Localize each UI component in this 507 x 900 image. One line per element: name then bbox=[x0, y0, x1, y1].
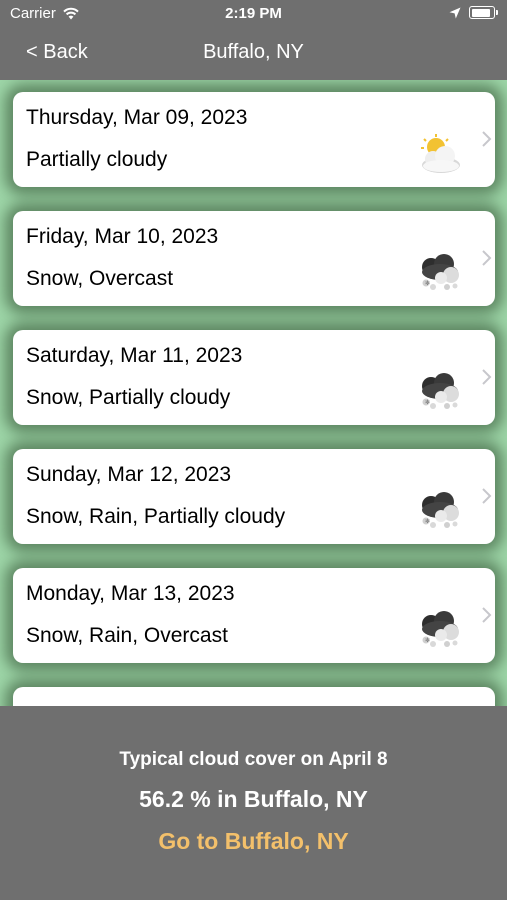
snow-cloud-icon: ✻ bbox=[422, 373, 459, 409]
forecast-conditions: Partially cloudy bbox=[26, 148, 168, 171]
forecast-card[interactable] bbox=[13, 687, 495, 706]
forecast-card[interactable]: Friday, Mar 10, 2023 Snow, Overcast ✻ bbox=[13, 211, 495, 306]
partly-cloudy-icon bbox=[421, 134, 460, 173]
svg-text:✻: ✻ bbox=[425, 280, 430, 287]
location-arrow-icon bbox=[449, 7, 461, 18]
forecast-conditions: Snow, Partially cloudy bbox=[26, 386, 231, 409]
forecast-date: Saturday, Mar 11, 2023 bbox=[26, 344, 243, 367]
snow-cloud-icon: ✻ bbox=[422, 492, 459, 528]
forecast-date: Monday, Mar 13, 2023 bbox=[26, 582, 235, 605]
forecast-list[interactable]: Thursday, Mar 09, 2023 Partially cloudy … bbox=[0, 80, 507, 706]
status-time: 2:19 PM bbox=[225, 5, 282, 22]
forecast-conditions: Snow, Overcast bbox=[26, 267, 174, 290]
svg-text:✻: ✻ bbox=[425, 637, 430, 644]
forecast-conditions: Snow, Rain, Partially cloudy bbox=[26, 505, 286, 528]
status-right bbox=[449, 6, 498, 19]
svg-text:✻: ✻ bbox=[425, 518, 430, 525]
chevron-right-icon bbox=[482, 250, 492, 266]
battery-icon bbox=[469, 6, 498, 19]
forecast-date: Thursday, Mar 09, 2023 bbox=[26, 106, 248, 129]
forecast-card[interactable]: Monday, Mar 13, 2023 Snow, Rain, Overcas… bbox=[13, 568, 495, 663]
forecast-conditions: Snow, Rain, Overcast bbox=[26, 624, 228, 647]
cloud-cover-panel: Typical cloud cover on April 8 56.2 % in… bbox=[0, 706, 507, 900]
forecast-date: Friday, Mar 10, 2023 bbox=[26, 225, 219, 248]
page-title: Buffalo, NY bbox=[203, 41, 304, 63]
cloud-cover-value: 56.2 % in Buffalo, NY bbox=[139, 786, 368, 812]
forecast-card[interactable]: Sunday, Mar 12, 2023 Snow, Rain, Partial… bbox=[13, 449, 495, 544]
snow-cloud-icon: ✻ bbox=[422, 611, 459, 647]
forecast-card[interactable]: Thursday, Mar 09, 2023 Partially cloudy bbox=[13, 92, 495, 187]
svg-text:✻: ✻ bbox=[425, 399, 430, 406]
chevron-right-icon bbox=[482, 607, 492, 623]
navigation-bar: < Back Buffalo, NY bbox=[0, 28, 507, 80]
chevron-right-icon bbox=[482, 131, 492, 147]
go-to-city-link[interactable]: Go to Buffalo, NY bbox=[0, 828, 507, 855]
status-bar: Carrier 2:19 PM bbox=[0, 0, 507, 28]
forecast-date: Sunday, Mar 12, 2023 bbox=[26, 463, 232, 486]
chevron-right-icon bbox=[482, 488, 492, 504]
snow-cloud-icon: ✻ bbox=[422, 254, 459, 290]
chevron-right-icon bbox=[482, 369, 492, 385]
typical-cloud-cover-label: Typical cloud cover on April 8 bbox=[119, 749, 388, 770]
forecast-card[interactable]: Saturday, Mar 11, 2023 Snow, Partially c… bbox=[13, 330, 495, 425]
